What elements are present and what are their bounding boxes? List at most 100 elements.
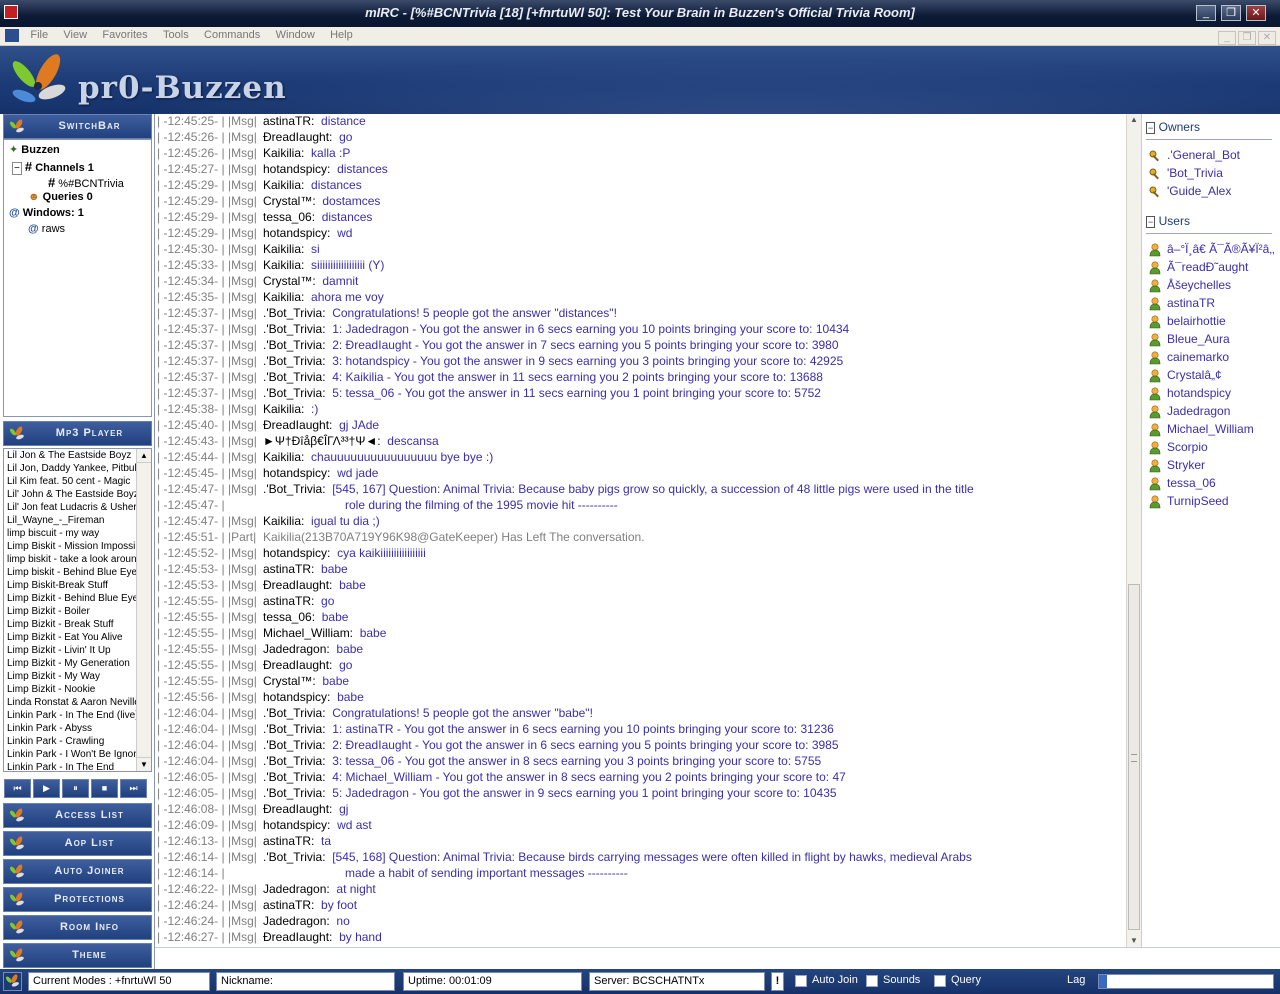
chat-nick[interactable]: Kaikilia: bbox=[263, 514, 304, 528]
mdi-close-button[interactable]: ✕ bbox=[1258, 31, 1276, 45]
playlist-item[interactable]: Linkin Park - In The End bbox=[4, 761, 136, 771]
chat-nick[interactable]: hotandspicy: bbox=[263, 690, 330, 704]
users-group-header[interactable]: − Users bbox=[1146, 214, 1190, 228]
chat-nick[interactable]: Kaikilia: bbox=[263, 450, 304, 464]
playlist-item[interactable]: limp biskit - take a look around bbox=[4, 553, 136, 566]
playlist-item[interactable]: Limp Bizkit - My Generation bbox=[4, 657, 136, 670]
playlist-item[interactable]: limp biscuit - my way bbox=[4, 527, 136, 540]
nick-list-user[interactable]: cainemarko bbox=[1167, 350, 1229, 364]
chat-nick[interactable]: Crystal™: bbox=[263, 274, 316, 288]
playlist-item[interactable]: Lil Jon, Daddy Yankee, Pitbull bbox=[4, 462, 136, 475]
playlist-item[interactable]: Limp biskit - Behind Blue Eyes bbox=[4, 566, 136, 579]
menu-window[interactable]: Window bbox=[270, 27, 321, 41]
query-checkbox[interactable] bbox=[934, 975, 946, 987]
chat-nick[interactable]: Kaikilia: bbox=[263, 290, 304, 304]
chat-nick[interactable]: .'Bot_Trivia: bbox=[263, 770, 326, 784]
minimize-button[interactable]: _ bbox=[1196, 5, 1216, 21]
chat-nick[interactable]: ►Ψ†Ðîåβ€ÎΓΛ³³†Ψ◄: bbox=[263, 434, 381, 448]
aop-list-button[interactable]: Aop List bbox=[3, 831, 152, 856]
scroll-up-icon[interactable]: ▲ bbox=[1127, 114, 1141, 126]
chat-nick[interactable]: .'Bot_Trivia: bbox=[263, 386, 326, 400]
chat-nick[interactable]: .'Bot_Trivia: bbox=[263, 738, 326, 752]
pause-button[interactable]: ⏸ bbox=[62, 779, 89, 798]
playlist-item[interactable]: Lil Kim feat. 50 cent - Magic bbox=[4, 475, 136, 488]
room-info-button[interactable]: Room Info bbox=[3, 915, 152, 940]
playlist-scrollbar[interactable]: ▲ ▼ bbox=[136, 449, 151, 771]
chat-nick[interactable]: ÐreadIaught: bbox=[263, 418, 332, 432]
menu-help[interactable]: Help bbox=[324, 27, 359, 41]
chat-nick[interactable]: astinaTR: bbox=[263, 562, 314, 576]
tree-item-raws[interactable]: @ raws bbox=[28, 223, 65, 235]
nick-list-user[interactable]: Scorpio bbox=[1167, 440, 1208, 454]
chat-nick[interactable]: .'Bot_Trivia: bbox=[263, 322, 326, 336]
mdi-restore-button[interactable]: ❐ bbox=[1238, 31, 1256, 45]
previous-track-button[interactable]: ⏮ bbox=[4, 779, 31, 798]
chat-nick[interactable]: astinaTR: bbox=[263, 594, 314, 608]
chat-nick[interactable]: .'Bot_Trivia: bbox=[263, 786, 326, 800]
tree-item-queries[interactable]: ☻ Queries 0 bbox=[28, 191, 93, 203]
chat-nick[interactable]: Kaikilia: bbox=[263, 258, 304, 272]
auto-joiner-button[interactable]: Auto Joiner bbox=[3, 859, 152, 884]
playlist-item[interactable]: Lil_Wayne_-_Fireman bbox=[4, 514, 136, 527]
chat-nick[interactable]: Jadedragon: bbox=[263, 882, 330, 896]
chat-nick[interactable]: ÐreadIaught: bbox=[263, 578, 332, 592]
collapse-icon[interactable]: − bbox=[12, 162, 22, 175]
collapse-icon[interactable]: − bbox=[1146, 122, 1156, 134]
chat-nick[interactable]: .'Bot_Trivia: bbox=[263, 482, 326, 496]
chat-nick[interactable]: Kaikilia: bbox=[263, 178, 304, 192]
chat-nick[interactable]: Kaikilia: bbox=[263, 402, 304, 416]
chat-scrollbar[interactable]: ▲ ▼ bbox=[1126, 114, 1141, 947]
message-input[interactable] bbox=[155, 947, 1280, 969]
nick-list-owner[interactable]: 'Bot_Trivia bbox=[1167, 166, 1223, 180]
close-button[interactable]: ✕ bbox=[1246, 5, 1266, 21]
playlist-item[interactable]: Limp Biskit - Mission Impossible bbox=[4, 540, 136, 553]
access-list-button[interactable]: Access List bbox=[3, 803, 152, 828]
chat-nick[interactable]: Kaikilia: bbox=[263, 146, 304, 160]
nick-list-user[interactable]: Stryker bbox=[1167, 458, 1205, 472]
chat-nick[interactable]: ÐreadIaught: bbox=[263, 658, 332, 672]
chat-nick[interactable]: hotandspicy: bbox=[263, 162, 330, 176]
nick-list-owner[interactable]: .'General_Bot bbox=[1167, 148, 1240, 162]
alert-icon[interactable]: ! bbox=[771, 972, 784, 991]
nick-list-user[interactable]: tessa_06 bbox=[1167, 476, 1216, 490]
chat-nick[interactable]: tessa_06: bbox=[263, 610, 315, 624]
nick-list-user[interactable]: Bleue_Aura bbox=[1167, 332, 1230, 346]
protections-button[interactable]: Protections bbox=[3, 887, 152, 912]
stop-button[interactable]: ■ bbox=[91, 779, 118, 798]
mp3-player-header-button[interactable]: Mp3 Player bbox=[3, 421, 152, 446]
playlist-item[interactable]: Limp Bizkit - Boiler bbox=[4, 605, 136, 618]
chat-nick[interactable]: Jadedragon: bbox=[263, 642, 330, 656]
nick-list-user[interactable]: TurnipSeed bbox=[1167, 494, 1229, 508]
menu-commands[interactable]: Commands bbox=[198, 27, 266, 41]
nick-list-user[interactable]: belairhottie bbox=[1167, 314, 1226, 328]
chat-nick[interactable]: .'Bot_Trivia: bbox=[263, 338, 326, 352]
chat-nick[interactable]: tessa_06: bbox=[263, 210, 315, 224]
auto-join-checkbox[interactable] bbox=[795, 975, 807, 987]
nick-list-user[interactable]: Jadedragon bbox=[1167, 404, 1230, 418]
chat-nick[interactable]: Michael_William: bbox=[263, 626, 353, 640]
playlist-item[interactable]: Limp Biskit-Break Stuff bbox=[4, 579, 136, 592]
nick-list-user[interactable]: Ã¯readÐ˜aught bbox=[1167, 260, 1248, 274]
chat-nick[interactable]: .'Bot_Trivia: bbox=[263, 754, 326, 768]
chat-log[interactable]: | -12:45:25- | |Msg| astinaTR: distance | -… bbox=[155, 114, 1126, 947]
chat-nick[interactable]: astinaTR: bbox=[263, 114, 314, 128]
chat-nick[interactable]: .'Bot_Trivia: bbox=[263, 706, 326, 720]
chat-nick[interactable]: hotandspicy: bbox=[263, 818, 330, 832]
collapse-icon[interactable]: − bbox=[1146, 216, 1156, 228]
chat-nick[interactable]: Jadedragon: bbox=[263, 914, 330, 928]
chat-nick[interactable]: Kaikilia: bbox=[263, 242, 304, 256]
chat-nick[interactable]: Crystal™: bbox=[263, 674, 316, 688]
butterfly-icon[interactable] bbox=[3, 972, 22, 991]
playlist-item[interactable]: Lil' John & The Eastside Boyz bbox=[4, 488, 136, 501]
playlist-item[interactable]: Linkin Park - I Won't Be Ignored bbox=[4, 748, 136, 761]
scroll-down-icon[interactable]: ▼ bbox=[1127, 935, 1141, 947]
chat-nick[interactable]: ÐreadIaught: bbox=[263, 130, 332, 144]
nick-list-user[interactable]: hotandspicy bbox=[1167, 386, 1231, 400]
nick-list-owner[interactable]: 'Guide_Alex bbox=[1167, 184, 1231, 198]
chat-nick[interactable]: .'Bot_Trivia: bbox=[263, 850, 326, 864]
chat-nick[interactable]: .'Bot_Trivia: bbox=[263, 306, 326, 320]
switchbar-header-button[interactable]: SwitchBar bbox=[3, 114, 152, 139]
chat-nick[interactable]: hotandspicy: bbox=[263, 226, 330, 240]
playlist-item[interactable]: Linkin Park - In The End (live) bbox=[4, 709, 136, 722]
scroll-down-icon[interactable]: ▼ bbox=[137, 757, 151, 771]
